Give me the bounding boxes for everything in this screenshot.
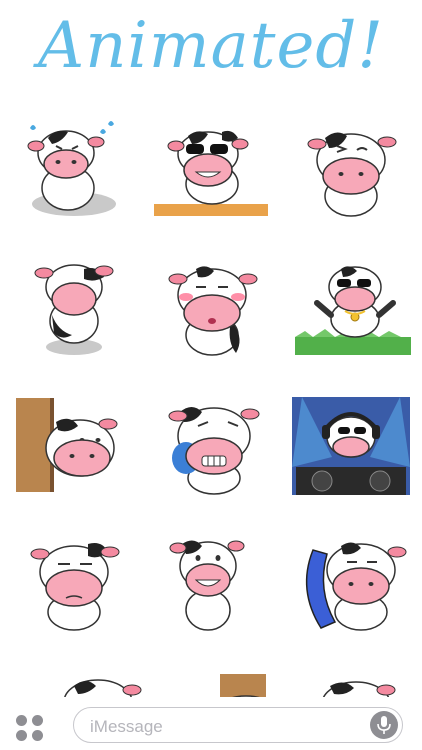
microphone-icon[interactable]: [370, 711, 398, 739]
sticker-cow-from-behind[interactable]: [18, 255, 138, 360]
sticker-grid: [0, 0, 422, 750]
sticker-cow-crying-tears[interactable]: [152, 392, 272, 497]
sticker-cow-dj[interactable]: [292, 397, 412, 502]
imessage-field[interactable]: [73, 707, 403, 743]
sticker-cow-peeking-door[interactable]: [16, 392, 136, 497]
sticker-cow-blushing[interactable]: [152, 255, 272, 360]
sticker-cow-sunglasses-ledge[interactable]: [152, 118, 272, 223]
sticker-cow-wink[interactable]: [295, 118, 415, 223]
sticker-cow-crying-sweat[interactable]: [18, 118, 138, 223]
app-grid-icon[interactable]: [16, 715, 48, 743]
sticker-cow-annoyed[interactable]: [18, 530, 138, 635]
sticker-cow-phone-call[interactable]: [295, 530, 415, 635]
sticker-cow-grinning[interactable]: [152, 530, 272, 635]
imessage-input[interactable]: [88, 715, 362, 739]
sticker-cow-money-rain[interactable]: [295, 255, 415, 360]
